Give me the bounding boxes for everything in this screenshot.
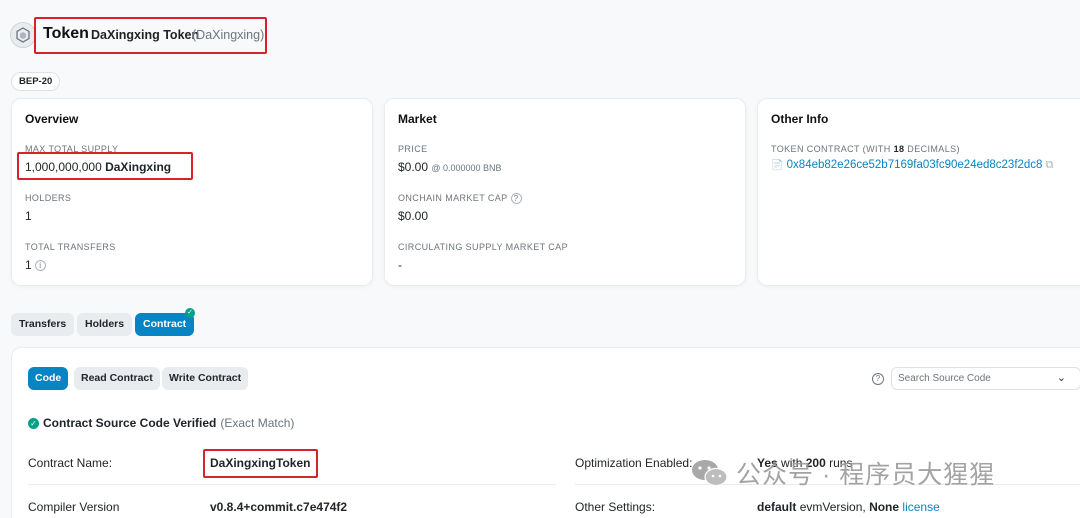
write-contract-button[interactable]: Write Contract [162, 367, 249, 390]
verified-row: ✓ Contract Source Code Verified (Exact M… [28, 416, 294, 430]
contract-address-row: 📄 0x84eb82e26ce52b7169fa03fc90e24ed8c23f… [771, 159, 1054, 172]
market-card: Market PRICE $0.00 @ 0.000000 BNB ONCHAI… [384, 98, 746, 286]
highlight-box-supply [17, 152, 193, 180]
contract-label-suffix: DECIMALS) [907, 144, 960, 154]
token-standard-badge: BEP-20 [11, 72, 61, 91]
info-icon[interactable]: i [34, 260, 46, 272]
tab-transfers[interactable]: Transfers [11, 313, 75, 336]
settings-evm: evmVersion, [799, 500, 866, 514]
other-settings-label: Other Settings: [575, 500, 656, 514]
help-icon[interactable]: ? [510, 193, 522, 205]
verified-check-icon: ✓ [185, 308, 195, 318]
circ-cap-label: CIRCULATING SUPPLY MARKET CAP [398, 242, 568, 252]
other-info-card: Other Info TOKEN CONTRACT (WITH 18 DECIM… [757, 98, 1080, 286]
other-info-title: Other Info [771, 112, 829, 126]
market-title: Market [398, 112, 437, 126]
wechat-icon [692, 460, 728, 487]
chevron-down-icon[interactable]: ⌄ [1057, 368, 1066, 389]
holders-label: HOLDERS [25, 193, 72, 203]
other-settings-value: default evmVersion, None license [757, 500, 940, 514]
help-icon[interactable]: ? [872, 373, 884, 385]
price-bnb: @ 0.000000 BNB [431, 163, 502, 173]
contract-label-prefix: TOKEN CONTRACT (WITH [771, 144, 891, 154]
holders-value: 1 [25, 209, 32, 223]
code-button[interactable]: Code [28, 367, 69, 390]
license-link[interactable]: license [902, 500, 939, 514]
compiler-label: Compiler Version [28, 500, 120, 514]
document-icon: 📄 [771, 160, 784, 171]
onchain-cap-label-row: ONCHAIN MARKET CAP? [398, 193, 522, 205]
transfers-value: 1 [25, 258, 32, 272]
read-contract-button[interactable]: Read Contract [74, 367, 160, 390]
token-contract-label: TOKEN CONTRACT (WITH 18 DECIMALS) [771, 144, 960, 154]
price-label: PRICE [398, 144, 428, 154]
verified-text: Contract Source Code Verified [43, 416, 217, 430]
watermark-text: 公众号 · 程序员大猩猩 [736, 461, 996, 489]
exact-match-text: (Exact Match) [220, 416, 295, 430]
watermark: 公众号 · 程序员大猩猩 [690, 455, 995, 491]
highlight-box-contract-name [203, 449, 318, 478]
compiler-value: v0.8.4+commit.c7e474f2 [210, 500, 348, 514]
decimals-value: 18 [893, 144, 905, 154]
token-logo-icon [10, 22, 36, 48]
settings-none: None [869, 500, 900, 514]
price-value: $0.00 [398, 160, 429, 174]
circ-cap-value: - [398, 258, 402, 272]
contract-address-link[interactable]: 0x84eb82e26ce52b7169fa03fc90e24ed8c23f2d… [787, 159, 1043, 171]
tab-holders[interactable]: Holders [77, 313, 133, 336]
settings-default: default [757, 500, 797, 514]
row-divider [28, 484, 556, 485]
optimization-label: Optimization Enabled: [575, 456, 693, 470]
onchain-cap-value: $0.00 [398, 209, 429, 223]
price-row: $0.00 @ 0.000000 BNB [398, 160, 502, 174]
transfers-value-row: 1i [25, 258, 46, 272]
verified-check-icon: ✓ [28, 417, 39, 429]
transfers-label: TOTAL TRANSFERS [25, 242, 116, 252]
overview-title: Overview [25, 112, 79, 126]
search-source-input[interactable]: Search Source Code ⌄ [891, 367, 1080, 390]
copy-icon[interactable]: ⧉ [1046, 159, 1054, 171]
onchain-cap-label: ONCHAIN MARKET CAP [398, 193, 508, 203]
overview-card: Overview MAX TOTAL SUPPLY 1,000,000,000 … [11, 98, 373, 286]
contract-name-label: Contract Name: [28, 456, 113, 470]
search-placeholder: Search Source Code [898, 373, 991, 384]
highlight-box-title [34, 17, 267, 54]
tab-contract[interactable]: Contract [135, 313, 195, 336]
